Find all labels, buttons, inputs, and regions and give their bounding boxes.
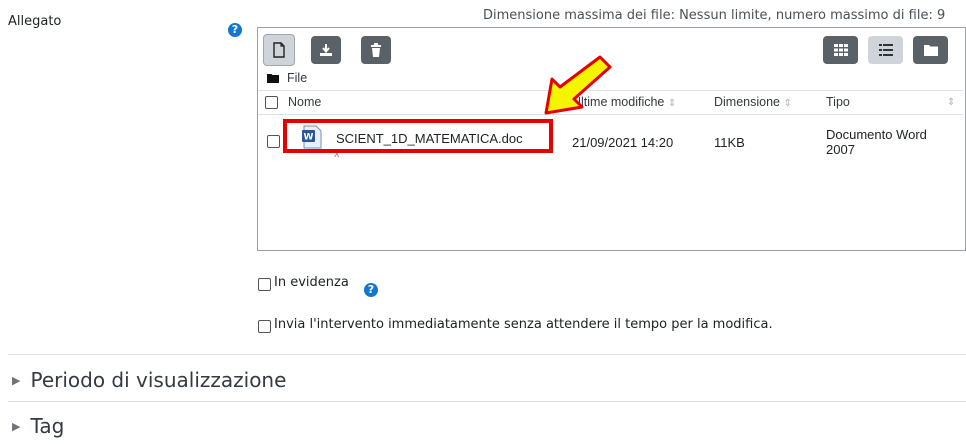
pinned-checkbox[interactable] xyxy=(258,278,271,291)
file-type: Documento Word 2007 xyxy=(826,127,927,157)
breadcrumb: File xyxy=(267,71,307,85)
file-type-line1: Documento Word xyxy=(826,127,927,142)
select-all-checkbox[interactable] xyxy=(265,96,278,109)
help-icon[interactable]: ? xyxy=(364,283,378,297)
send-now-label: Invia l'intervento immediatamente senza … xyxy=(274,317,773,332)
section-tags[interactable]: ▶ Tag xyxy=(12,414,64,438)
file-size: 11KB xyxy=(714,135,745,150)
sort-icon: ⇕ xyxy=(783,98,792,109)
folder-icon xyxy=(267,74,279,83)
tree-view-button[interactable] xyxy=(913,36,948,64)
column-type-header[interactable]: Tipo xyxy=(826,95,850,109)
arrow-icon xyxy=(544,55,612,115)
download-button[interactable] xyxy=(311,36,341,64)
add-file-button[interactable] xyxy=(263,34,295,66)
file-row-checkbox[interactable] xyxy=(267,135,280,148)
file-limits-text: Dimensione massima dei file: Nessun limi… xyxy=(483,8,946,23)
list-view-button[interactable] xyxy=(868,36,903,64)
column-size-label: Dimensione xyxy=(714,95,781,109)
file-add-icon xyxy=(273,42,285,58)
attachment-label: Allegato xyxy=(8,14,62,29)
section-display-period[interactable]: ▶ Periodo di visualizzazione xyxy=(12,368,286,392)
column-size-header[interactable]: Dimensione ⇕ xyxy=(714,95,792,109)
send-now-checkbox[interactable] xyxy=(258,320,271,333)
column-name-header[interactable]: Nome xyxy=(288,95,321,109)
breadcrumb-file-link[interactable]: File xyxy=(287,71,307,85)
caret-right-icon: ▶ xyxy=(12,373,21,387)
trash-icon xyxy=(371,43,381,57)
file-modified-date: 21/09/2021 14:20 xyxy=(572,135,674,150)
sort-icon: ⇕ xyxy=(947,97,956,108)
download-icon xyxy=(320,44,332,56)
section-divider xyxy=(8,401,966,402)
section-tags-title: Tag xyxy=(30,414,65,438)
grid-view-icon xyxy=(833,44,848,56)
section-divider xyxy=(8,354,966,355)
delete-button[interactable] xyxy=(361,36,391,64)
highlight-box xyxy=(283,119,553,153)
sort-icon: ⇕ xyxy=(667,98,677,109)
list-view-icon xyxy=(878,44,893,56)
help-icon[interactable]: ? xyxy=(228,23,242,37)
caret-right-icon: ▶ xyxy=(12,419,21,433)
grid-view-button[interactable] xyxy=(823,36,858,64)
folder-view-icon xyxy=(923,45,938,56)
file-type-line2: 2007 xyxy=(826,142,855,157)
section-display-period-title: Periodo di visualizzazione xyxy=(30,368,287,392)
pinned-label: In evidenza xyxy=(274,275,349,290)
